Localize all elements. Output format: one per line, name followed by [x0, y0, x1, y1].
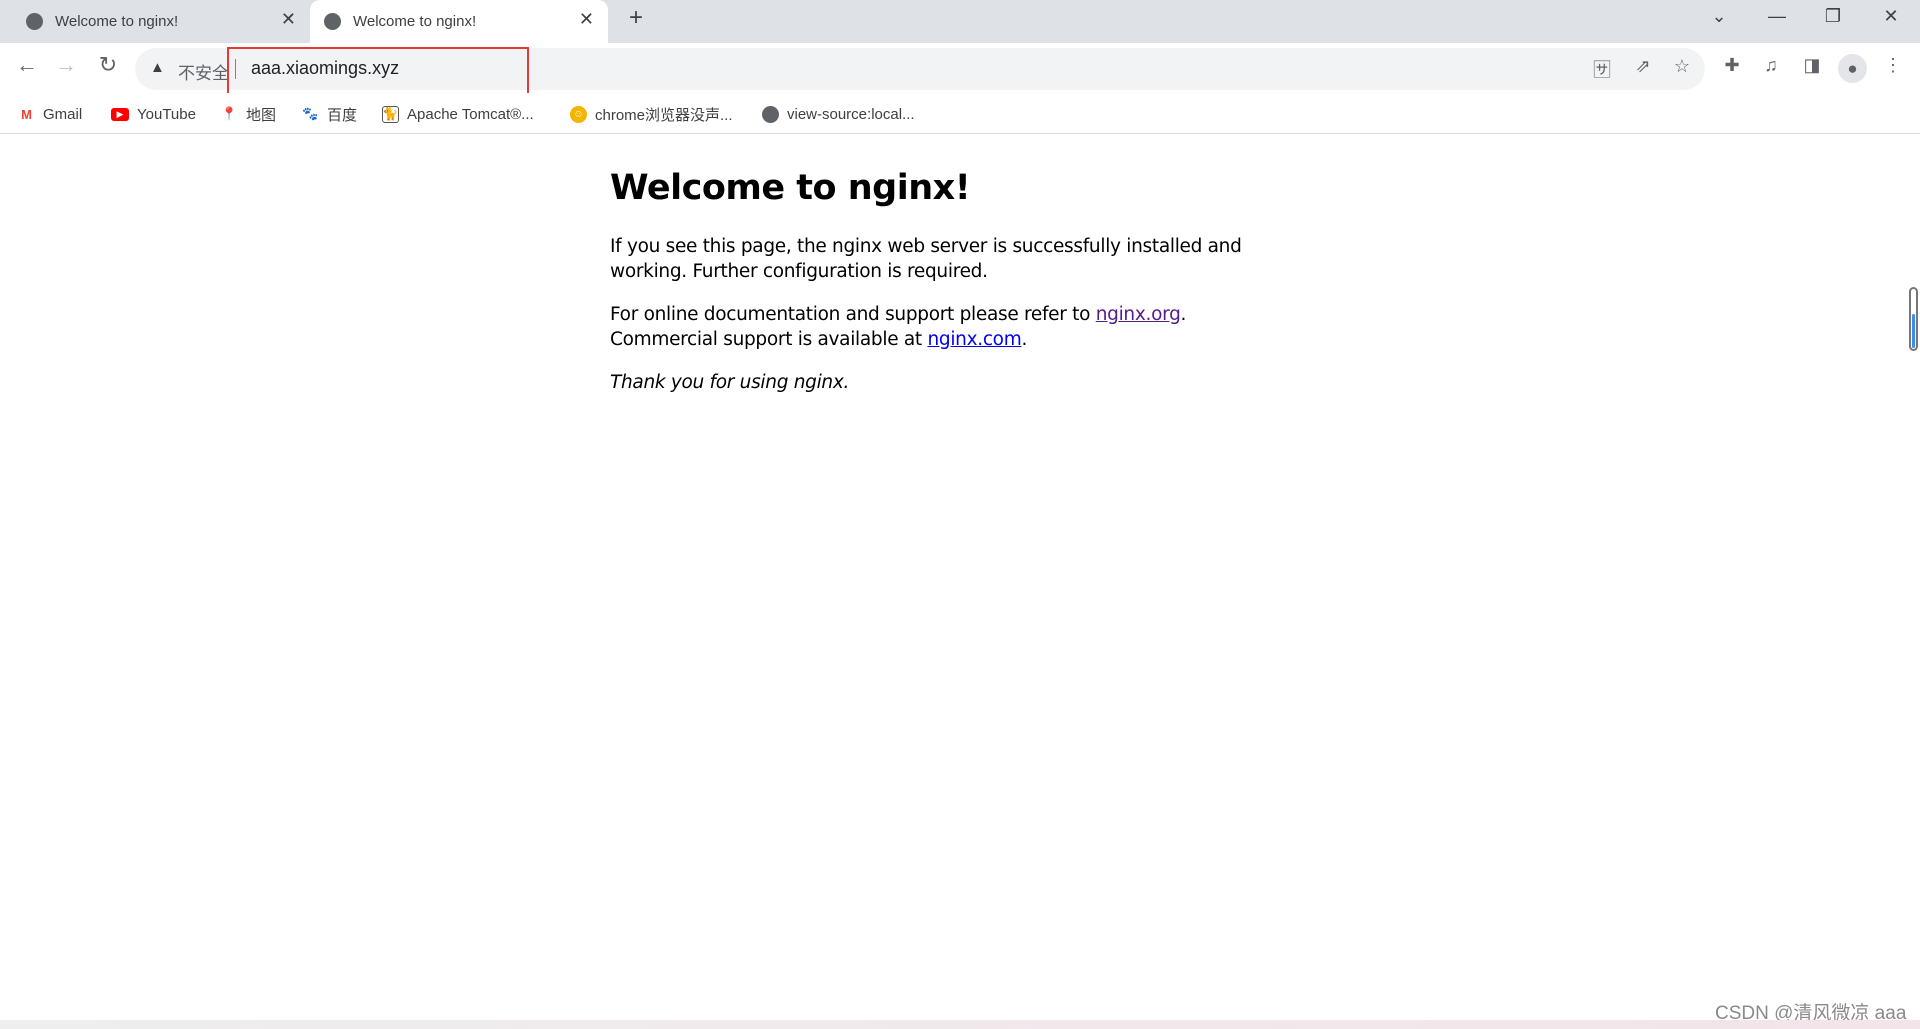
bookmark-label: Apache Tomcat®... [407, 105, 534, 123]
nginx-org-link[interactable]: nginx.org [1096, 304, 1181, 325]
globe-icon [762, 105, 779, 123]
menu-icon[interactable]: ⋮ [1879, 55, 1907, 76]
thanks-text: Thank you for using nginx. [610, 372, 850, 393]
text: Commercial support is available at [610, 329, 928, 350]
bookmark-label: Gmail [43, 105, 83, 123]
bookmark-view-source[interactable]: view-source:local... [762, 103, 915, 125]
bottom-strip [0, 1020, 1920, 1029]
tab-title: Welcome to nginx! [353, 13, 477, 30]
side-panel-icon[interactable]: ◨ [1798, 55, 1826, 76]
bookmark-label: 百度 [327, 106, 358, 124]
reload-button[interactable]: ↻ [93, 52, 123, 78]
text: . [1180, 304, 1187, 325]
tab-search-button[interactable]: ⌄ [1704, 6, 1734, 27]
close-tab-icon[interactable]: ✕ [579, 9, 594, 30]
forward-button[interactable]: → [51, 52, 81, 78]
page-title: Welcome to nginx! [610, 168, 971, 208]
tab-1[interactable]: Welcome to nginx! ✕ [12, 0, 310, 43]
close-tab-icon[interactable]: ✕ [281, 9, 296, 30]
globe-icon [324, 13, 341, 30]
bookmarks-bar: M Gmail ▶ YouTube 📍 地图 🐾 百度 🐈 Apache Tomcat®.… [0, 93, 1920, 134]
bookmark-youtube[interactable]: ▶ YouTube [111, 103, 196, 125]
bookmark-star-icon[interactable]: ☆ [1668, 56, 1696, 77]
bookmark-label: chrome浏览器没声... [595, 106, 733, 124]
restore-button[interactable]: ❐ [1818, 6, 1848, 27]
back-button[interactable]: ← [12, 52, 42, 78]
nginx-com-link[interactable]: nginx.com [927, 329, 1021, 350]
bookmark-maps[interactable]: 📍 地图 [221, 103, 276, 125]
docs-paragraph: For online documentation and support ple… [610, 302, 1242, 352]
tab-title: Welcome to nginx! [55, 13, 179, 30]
gmail-icon: M [21, 106, 32, 122]
bookmark-label: YouTube [137, 105, 196, 123]
youtube-icon: ▶ [111, 107, 129, 121]
warning-icon[interactable]: ▲ [150, 59, 165, 76]
baidu-icon: 🐾 [302, 106, 319, 121]
bookmark-baidu[interactable]: 🐾 百度 [302, 103, 357, 125]
new-tab-button[interactable]: + [621, 4, 651, 32]
media-control-icon[interactable]: ♫ [1757, 55, 1785, 76]
text: . [1021, 329, 1028, 350]
page-content: Welcome to nginx! If you see this page, … [610, 166, 1242, 413]
bookmark-gmail[interactable]: M Gmail [18, 103, 82, 125]
bookmark-label: view-source:local... [787, 105, 915, 123]
extensions-icon[interactable]: ✚ [1718, 55, 1746, 76]
text-line: working. Further configuration is requir… [610, 261, 988, 282]
tomcat-icon: 🐈 [382, 105, 399, 123]
maps-icon: 📍 [221, 106, 238, 121]
profile-avatar[interactable]: ● [1838, 54, 1867, 83]
bookmark-tomcat[interactable]: 🐈 Apache Tomcat®... [382, 103, 534, 125]
security-label[interactable]: 不安全 [178, 59, 229, 84]
tab-strip: Welcome to nginx! ✕ Welcome to nginx! ✕ … [0, 0, 1920, 43]
scroll-indicator[interactable] [1909, 287, 1918, 351]
text: For online documentation and support ple… [610, 304, 1096, 325]
text-line: If you see this page, the nginx web serv… [610, 236, 1242, 257]
share-icon[interactable]: ⇗ [1629, 56, 1657, 77]
close-window-button[interactable]: ✕ [1876, 6, 1906, 27]
globe-icon [26, 13, 43, 30]
intro-paragraph: If you see this page, the nginx web serv… [610, 234, 1242, 284]
minimize-button[interactable]: — [1762, 6, 1792, 27]
translate-icon[interactable]: 🈂 [1588, 56, 1616, 82]
chrome-help-icon: ☺ [570, 105, 587, 123]
tab-2[interactable]: Welcome to nginx! ✕ [310, 0, 608, 43]
bookmark-label: 地图 [246, 106, 277, 124]
bookmark-chrome-help[interactable]: ☺ chrome浏览器没声... [570, 103, 733, 125]
